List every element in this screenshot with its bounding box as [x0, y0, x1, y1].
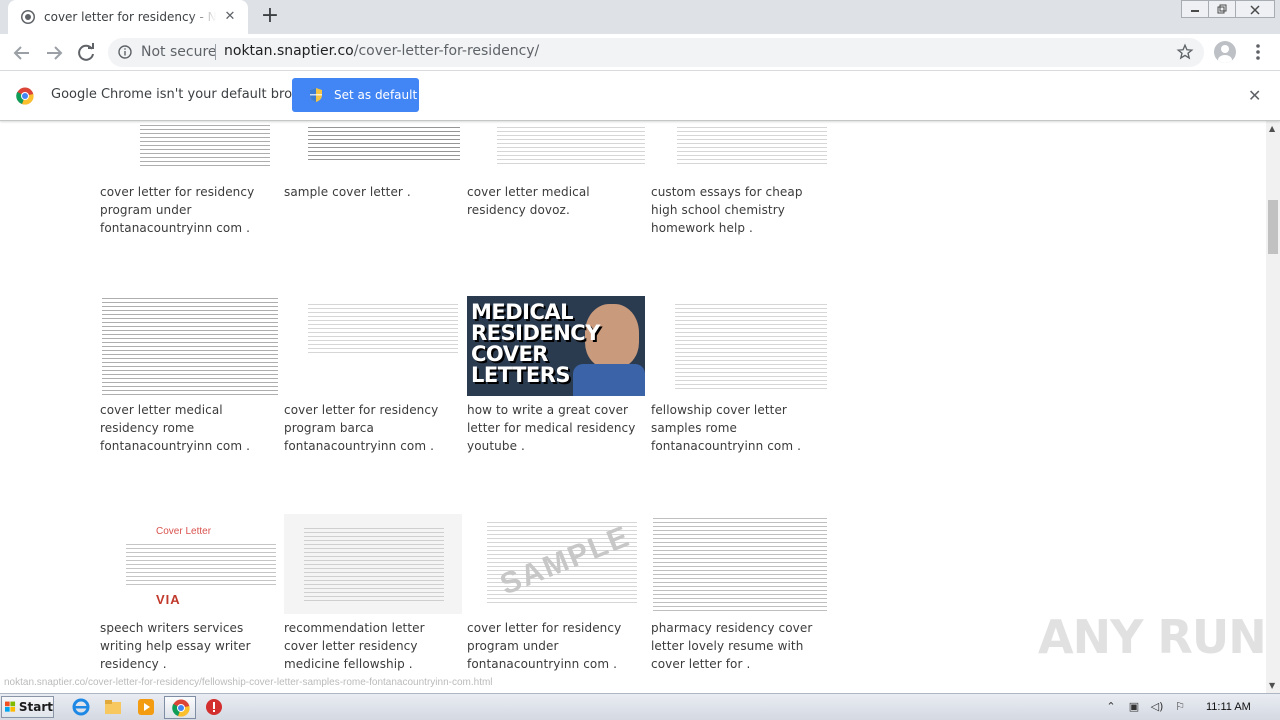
internet-explorer-icon[interactable] [72, 698, 90, 716]
thumbnail-title: Cover Letter [156, 526, 212, 537]
result-thumbnail[interactable] [284, 296, 462, 396]
security-label: Not secure [141, 44, 217, 60]
anyrun-watermark: ANY RUN [1038, 610, 1267, 664]
default-browser-infobar: Google Chrome isn't your default browser… [0, 71, 1280, 121]
tab-title: cover letter for residency - Noktan.snap… [44, 10, 216, 24]
windows-taskbar: Start ⌃ ▣ ◁) ⚐ 11:11 AM [0, 693, 1280, 720]
result-thumbnail[interactable]: Cover Letter VIA [100, 514, 278, 614]
result-thumbnail[interactable] [651, 296, 829, 396]
result-caption[interactable]: cover letter for residency program under… [100, 183, 270, 237]
volume-icon[interactable]: ◁) [1149, 699, 1165, 715]
action-center-flag-icon[interactable]: ⚐ [1172, 699, 1188, 715]
url-path: /cover-letter-for-residency/ [353, 43, 540, 59]
result-thumbnail[interactable]: SAMPLE [467, 514, 645, 614]
window-controls [1181, 0, 1275, 20]
chrome-icon [172, 699, 190, 717]
back-arrow-icon[interactable] [10, 41, 34, 65]
bookmark-star-icon[interactable] [1176, 43, 1194, 61]
brand-logo: VIA [156, 592, 181, 607]
divider [215, 44, 216, 60]
stop-sign-icon[interactable] [205, 698, 223, 716]
new-tab-button[interactable]: + [258, 5, 282, 28]
set-as-default-label: Set as default [334, 88, 418, 102]
profile-avatar[interactable] [1214, 41, 1236, 63]
url-text[interactable]: noktan.snaptier.co/cover-letter-for-resi… [224, 43, 539, 59]
media-player-icon[interactable] [137, 698, 155, 716]
vertical-scrollbar[interactable]: ▲ ▼ [1266, 121, 1280, 693]
start-label: Start [18, 700, 53, 714]
file-explorer-icon[interactable] [104, 698, 122, 716]
start-button[interactable]: Start [1, 696, 54, 718]
globe-icon [21, 10, 35, 24]
chrome-logo-icon [16, 87, 34, 105]
network-icon[interactable]: ▣ [1126, 699, 1142, 715]
menu-kebab-icon[interactable] [1250, 42, 1266, 62]
thumbnail-title: MEDICAL RESIDENCY COVER LETTERS [471, 300, 600, 387]
result-caption[interactable]: sample cover letter . [284, 183, 454, 201]
result-caption[interactable]: fellowship cover letter samples rome fon… [651, 401, 826, 455]
url-host: noktan.snaptier.co [224, 43, 354, 59]
reload-icon[interactable] [74, 41, 98, 65]
tab-close-icon[interactable]: ✕ [222, 9, 238, 25]
result-thumbnail[interactable] [284, 514, 462, 614]
result-caption[interactable]: recommendation letter cover letter resid… [284, 619, 459, 673]
result-caption[interactable]: pharmacy residency cover letter lovely r… [651, 619, 826, 673]
scroll-up-icon[interactable]: ▲ [1269, 124, 1275, 133]
result-thumbnail[interactable] [100, 296, 278, 396]
close-infobar-icon[interactable]: ✕ [1248, 88, 1261, 104]
result-thumbnail[interactable] [284, 121, 462, 167]
tab-strip: cover letter for residency - Noktan.snap… [0, 0, 1280, 34]
address-bar[interactable]: Not secure noktan.snaptier.co/cover-lett… [108, 38, 1204, 67]
info-icon[interactable] [118, 45, 132, 59]
result-caption[interactable]: speech writers services writing help ess… [100, 619, 275, 673]
set-as-default-button[interactable]: Set as default [292, 78, 419, 112]
result-caption[interactable]: cover letter medical residency dovoz. [467, 183, 637, 219]
show-hidden-icons-icon[interactable]: ⌃ [1103, 699, 1119, 715]
system-tray: ⌃ ▣ ◁) ⚐ [1103, 696, 1195, 718]
status-bar-url: noktan.snaptier.co/cover-letter-for-resi… [4, 677, 493, 688]
result-caption[interactable]: how to write a great cover letter for me… [467, 401, 642, 455]
windows-logo-icon [5, 701, 16, 712]
scroll-down-icon[interactable]: ▼ [1269, 681, 1275, 690]
clock[interactable]: 11:11 AM [1206, 701, 1251, 713]
person-icon [1218, 45, 1232, 63]
scrollbar-thumb[interactable] [1268, 200, 1278, 254]
chrome-taskbar-button[interactable] [164, 696, 196, 719]
result-thumbnail[interactable] [467, 121, 645, 167]
result-caption[interactable]: cover letter for residency program under… [467, 619, 642, 673]
uac-shield-icon [310, 88, 322, 102]
result-caption[interactable]: cover letter medical residency rome font… [100, 401, 270, 455]
browser-toolbar: Not secure noktan.snaptier.co/cover-lett… [0, 34, 1280, 71]
forward-arrow-icon[interactable] [42, 41, 66, 65]
result-thumbnail-video[interactable]: MEDICAL RESIDENCY COVER LETTERS [467, 296, 645, 396]
close-window-button[interactable] [1235, 0, 1275, 18]
minimize-button[interactable] [1181, 0, 1209, 18]
infobar-message: Google Chrome isn't your default browser [51, 87, 323, 102]
page-viewport: cover letter for residency program under… [0, 121, 1266, 693]
result-thumbnail[interactable] [100, 121, 278, 167]
result-caption[interactable]: custom essays for cheap high school chem… [651, 183, 821, 237]
result-thumbnail[interactable] [651, 514, 829, 614]
result-thumbnail[interactable] [651, 121, 829, 167]
result-caption[interactable]: cover letter for residency program barca… [284, 401, 454, 455]
browser-tab[interactable]: cover letter for residency - Noktan.snap… [8, 0, 248, 34]
restore-button[interactable] [1208, 0, 1236, 18]
